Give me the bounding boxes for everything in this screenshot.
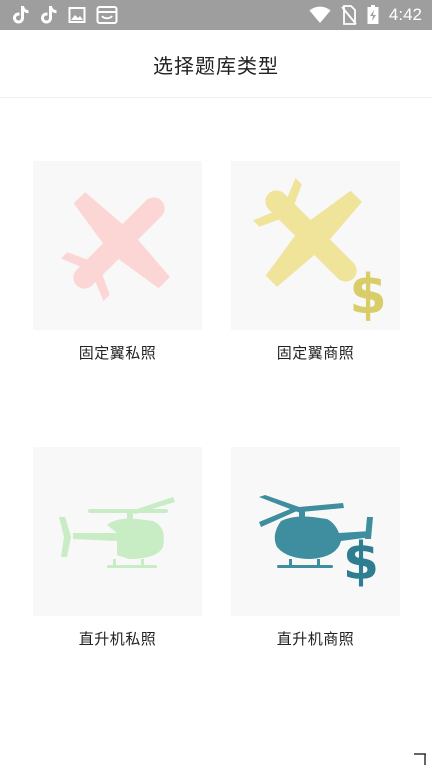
clock: 4:42	[388, 5, 422, 24]
corner-glyph-icon	[414, 753, 426, 765]
category-label: 直升机私照	[78, 630, 157, 648]
svg-text:$: $	[343, 532, 379, 592]
page-title: 选择题库类型	[153, 54, 279, 78]
airplane-dollar-icon: $	[253, 178, 387, 326]
category-label: 固定翼私照	[78, 344, 157, 362]
wifi-icon	[309, 6, 331, 24]
category-card-helicopter-private[interactable]	[33, 447, 202, 616]
helicopter-dollar-icon: $	[259, 495, 379, 592]
image-icon	[68, 5, 86, 25]
airplane-icon	[61, 192, 170, 301]
svg-text:$: $	[349, 263, 387, 326]
app-bar: 选择题库类型	[0, 30, 432, 98]
tiktok-icon	[40, 5, 58, 25]
battery-charging-icon	[367, 5, 379, 25]
category-label: 固定翼商照	[276, 344, 355, 362]
helicopter-icon	[59, 497, 175, 568]
category-card-fixed-wing-private[interactable]	[33, 161, 202, 330]
category-label: 直升机商照	[276, 630, 355, 648]
status-bar: 4:42	[0, 0, 432, 30]
category-card-fixed-wing-commercial[interactable]: $	[231, 161, 400, 330]
tiktok-icon	[12, 5, 30, 25]
category-card-helicopter-commercial[interactable]: $	[231, 447, 400, 616]
mailbox-icon	[96, 5, 118, 25]
no-sim-icon	[341, 5, 357, 25]
